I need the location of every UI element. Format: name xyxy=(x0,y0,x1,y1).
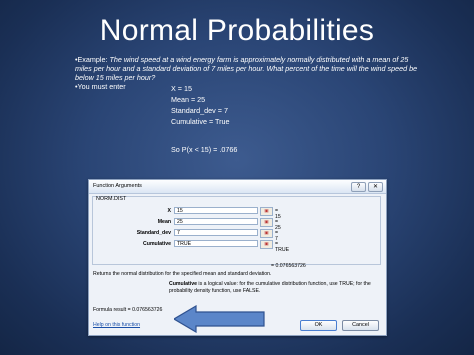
enter-line-x: X = 15 xyxy=(171,84,192,93)
formula-result: Formula result = 0.076563726 xyxy=(93,307,163,313)
arg-label-x: X xyxy=(167,208,171,214)
arg-label-stdev: Standard_dev xyxy=(136,230,171,236)
close-button[interactable]: ✕ xyxy=(368,182,383,192)
arg-label-cumulative: Cumulative xyxy=(143,241,171,247)
ok-button[interactable]: OK xyxy=(300,320,337,331)
dialog-titlebar[interactable]: Function Arguments ? ✕ xyxy=(89,180,386,194)
argument-description: Cumulative is a logical value: for the c… xyxy=(169,281,381,294)
mean-input[interactable]: 25 xyxy=(174,218,258,225)
cancel-button[interactable]: Cancel xyxy=(342,320,379,331)
help-on-function-link[interactable]: Help on this function xyxy=(93,322,140,328)
left-arrow-icon xyxy=(174,305,265,333)
arguments-group: NORM.DIST X 15 ▣ = 15 Mean 25 ▣ = 25 Sta… xyxy=(92,196,381,265)
dialog-title: Function Arguments xyxy=(93,183,142,189)
function-description: Returns the normal distribution for the … xyxy=(93,271,272,277)
argument-help-text: is a logical value: for the cumulative d… xyxy=(169,281,371,294)
arrow-shape xyxy=(174,305,265,333)
arg-value-cumulative: = TRUE xyxy=(275,241,290,253)
cumulative-input[interactable]: TRUE xyxy=(174,240,258,247)
collapse-dialog-icon[interactable]: ▣ xyxy=(260,240,273,249)
enter-line-cumulative: Cumulative = True xyxy=(171,117,230,126)
example-bullet: •Example: The wind speed at a wind energ… xyxy=(75,55,420,82)
collapse-dialog-icon[interactable]: ▣ xyxy=(260,229,273,238)
standard-dev-input[interactable]: 7 xyxy=(174,229,258,236)
collapse-dialog-icon[interactable]: ▣ xyxy=(260,207,273,216)
probability-result: So P(x < 15) = .0766 xyxy=(171,145,238,154)
bullet-list: •Example: The wind speed at a wind energ… xyxy=(75,55,420,91)
argument-name: Cumulative xyxy=(169,281,197,287)
x-input[interactable]: 15 xyxy=(174,207,258,214)
enter-bullet: •You must enter xyxy=(75,82,126,91)
help-button[interactable]: ? xyxy=(351,182,366,192)
enter-line-mean: Mean = 25 xyxy=(171,95,206,104)
function-result: = 0.076563726 xyxy=(271,263,306,269)
slide-title: Normal Probabilities xyxy=(99,14,375,47)
enter-line-stdev: Standard_dev = 7 xyxy=(171,106,228,115)
example-prefix: •Example: xyxy=(75,55,110,64)
enter-values: X = 15 Mean = 25 Standard_dev = 7 Cumula… xyxy=(171,83,230,127)
function-name: NORM.DIST xyxy=(96,196,127,202)
arg-label-mean: Mean xyxy=(157,219,171,225)
example-text: The wind speed at a wind energy farm is … xyxy=(75,55,418,82)
collapse-dialog-icon[interactable]: ▣ xyxy=(260,218,273,227)
